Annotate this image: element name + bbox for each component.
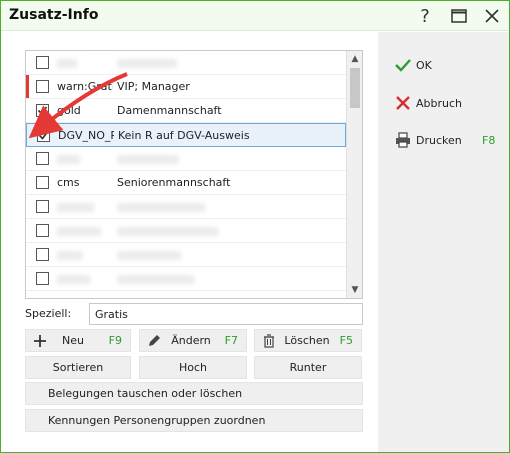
list-item-description: Damenmannschaft xyxy=(117,104,222,117)
list-item[interactable] xyxy=(26,51,346,75)
obscured-description xyxy=(117,275,194,284)
checkmark-icon xyxy=(394,56,412,74)
obscured-code xyxy=(57,251,83,260)
speziell-label: Speziell: xyxy=(25,307,72,320)
neu-label: Neu xyxy=(62,334,84,347)
list-item-code: cms xyxy=(57,176,80,189)
list-item[interactable]: gold Damenmannschaft xyxy=(26,99,346,123)
belegungen-label: Belegungen tauschen oder löschen xyxy=(48,387,243,400)
ok-button[interactable]: OK xyxy=(394,54,432,76)
zusatz-info-window: Zusatz-Info ? warn:Gratis VIP; Manager gol… xyxy=(0,0,510,453)
list-item[interactable] xyxy=(26,147,346,171)
checkbox[interactable] xyxy=(36,224,49,237)
aendern-shortcut: F7 xyxy=(224,334,238,347)
loeschen-button[interactable]: Löschen F5 xyxy=(254,329,362,352)
right-action-pane: OK Abbruch Drucken F8 xyxy=(378,32,509,452)
list-item[interactable]: DGV_NO_R Kein R auf DGV-Ausweis xyxy=(26,123,346,147)
obscured-code xyxy=(57,155,80,164)
sortieren-button[interactable]: Sortieren xyxy=(25,356,131,379)
checkbox[interactable] xyxy=(36,56,49,69)
hoch-label: Hoch xyxy=(178,361,208,374)
runter-button[interactable]: Runter xyxy=(254,356,362,379)
list-item-code: gold xyxy=(57,104,81,117)
printer-icon xyxy=(394,131,412,149)
vertical-scrollbar[interactable]: ▲ ▼ xyxy=(346,51,362,298)
list-item[interactable] xyxy=(26,267,346,291)
main-pane: warn:Gratis VIP; Manager gold Damenmannscha… xyxy=(1,32,378,452)
obscured-description xyxy=(117,203,205,212)
checkbox-checked[interactable] xyxy=(37,129,50,142)
obscured-description xyxy=(117,227,218,236)
kennungen-list[interactable]: warn:Gratis VIP; Manager gold Damenmannscha… xyxy=(25,50,363,299)
obscured-code xyxy=(57,59,77,68)
checkbox-checked[interactable] xyxy=(36,104,49,117)
checkbox[interactable] xyxy=(36,200,49,213)
aendern-label: Ändern xyxy=(171,334,211,347)
list-item[interactable] xyxy=(26,243,346,267)
list-item[interactable] xyxy=(26,219,346,243)
checkbox[interactable] xyxy=(36,248,49,261)
scroll-down-icon[interactable]: ▼ xyxy=(347,282,362,298)
pencil-icon xyxy=(146,333,162,349)
checkbox[interactable] xyxy=(36,152,49,165)
list-item-description: Kein R auf DGV-Ausweis xyxy=(118,129,250,142)
abbruch-button[interactable]: Abbruch xyxy=(394,92,462,114)
list-item[interactable]: cms Seniorenmannschaft xyxy=(26,171,346,195)
abbruch-label: Abbruch xyxy=(416,96,463,110)
loeschen-label: Löschen xyxy=(284,334,330,347)
neu-button[interactable]: Neu F9 xyxy=(25,329,131,352)
trash-icon xyxy=(261,333,277,349)
cancel-x-icon xyxy=(394,94,412,112)
drucken-shortcut: F8 xyxy=(482,133,496,147)
scroll-thumb[interactable] xyxy=(350,68,360,108)
list-item-code: DGV_NO_R xyxy=(58,129,114,142)
list-item[interactable]: warn:Gratis VIP; Manager xyxy=(26,75,346,99)
scroll-up-icon[interactable]: ▲ xyxy=(347,51,362,67)
list-item-description: VIP; Manager xyxy=(117,80,190,93)
title-bar[interactable]: Zusatz-Info ? xyxy=(1,1,509,31)
obscured-description xyxy=(117,59,177,68)
sortieren-label: Sortieren xyxy=(52,361,104,374)
neu-shortcut: F9 xyxy=(108,334,122,347)
obscured-description xyxy=(117,251,181,260)
window-title: Zusatz-Info xyxy=(9,7,99,23)
maximize-icon[interactable] xyxy=(447,4,471,28)
speziell-input[interactable] xyxy=(89,303,363,325)
drucken-label: Drucken xyxy=(416,133,462,147)
list-rows: warn:Gratis VIP; Manager gold Damenmannscha… xyxy=(26,51,346,291)
obscured-code xyxy=(57,275,90,284)
checkbox[interactable] xyxy=(36,80,49,93)
kennungen-zuordnen-button[interactable]: Kennungen Personengruppen zuordnen xyxy=(25,409,363,432)
loeschen-shortcut: F5 xyxy=(339,334,353,347)
aendern-button[interactable]: Ändern F7 xyxy=(139,329,247,352)
ok-label: OK xyxy=(416,58,432,72)
drucken-button[interactable]: Drucken F8 xyxy=(394,129,495,151)
obscured-code xyxy=(57,227,101,236)
list-item[interactable] xyxy=(26,195,346,219)
list-item-description: Seniorenmannschaft xyxy=(117,176,231,189)
checkbox[interactable] xyxy=(36,272,49,285)
kennungen-zuordnen-label: Kennungen Personengruppen zuordnen xyxy=(48,414,266,427)
help-icon[interactable]: ? xyxy=(413,4,437,28)
runter-label: Runter xyxy=(289,361,327,374)
belegungen-button[interactable]: Belegungen tauschen oder löschen xyxy=(25,382,363,405)
plus-icon xyxy=(32,333,48,349)
close-icon[interactable] xyxy=(480,4,504,28)
obscured-code xyxy=(57,203,94,212)
list-item-code: warn:Gratis xyxy=(57,80,113,93)
checkbox[interactable] xyxy=(36,176,49,189)
hoch-button[interactable]: Hoch xyxy=(139,356,247,379)
obscured-description xyxy=(117,155,179,164)
